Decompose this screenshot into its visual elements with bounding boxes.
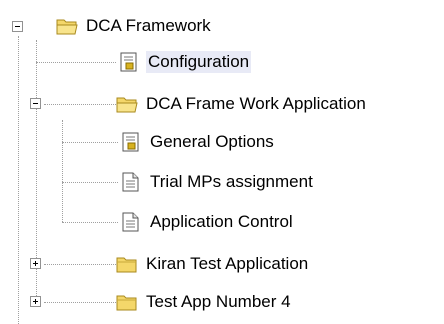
tree-node-general-options[interactable]: General Options (120, 128, 276, 156)
open-folder-icon (56, 16, 78, 36)
tree-line (62, 222, 118, 223)
tree-node-configuration[interactable]: Configuration (118, 48, 252, 76)
config-document-icon (118, 52, 140, 72)
open-folder-icon (116, 94, 138, 114)
tree-node-root[interactable]: DCA Framework (56, 12, 213, 40)
tree-node-label: DCA Framework (86, 16, 211, 35)
tree-line (62, 120, 63, 222)
tree-node-label: Test App Number 4 (146, 292, 291, 311)
tree-node-label: Configuration (146, 51, 252, 73)
tree-node-app-folder[interactable]: DCA Frame Work Application (116, 90, 368, 118)
tree-node-application-control[interactable]: Application Control (120, 208, 295, 236)
expand-toggle-kiran-test[interactable] (30, 258, 41, 269)
tree-node-label: Application Control (150, 212, 293, 231)
document-icon (120, 212, 142, 232)
tree-node-trial-mps[interactable]: Trial MPs assignment (120, 168, 315, 196)
closed-folder-icon (116, 292, 138, 312)
tree-line (62, 142, 118, 143)
tree-line (18, 36, 19, 324)
config-document-icon (120, 132, 142, 152)
tree-node-label: Kiran Test Application (146, 254, 309, 273)
tree-line (62, 182, 118, 183)
tree-line (36, 62, 116, 63)
tree-node-label: Trial MPs assignment (150, 172, 313, 191)
tree-node-label: DCA Frame Work Application (146, 94, 366, 113)
tree-line (44, 264, 116, 265)
document-icon (120, 172, 142, 192)
tree-line (44, 104, 116, 105)
collapse-toggle-app-folder[interactable] (30, 98, 41, 109)
tree-node-kiran-test[interactable]: Kiran Test Application (116, 250, 310, 278)
collapse-toggle-root[interactable] (12, 21, 23, 32)
closed-folder-icon (116, 254, 138, 274)
tree-view: DCA Framework Configuration DCA Frame Wo… (0, 0, 444, 324)
expand-toggle-test-app-4[interactable] (30, 296, 41, 307)
tree-line (44, 302, 116, 303)
tree-node-label: General Options (150, 132, 274, 151)
tree-node-test-app-4[interactable]: Test App Number 4 (116, 288, 293, 316)
